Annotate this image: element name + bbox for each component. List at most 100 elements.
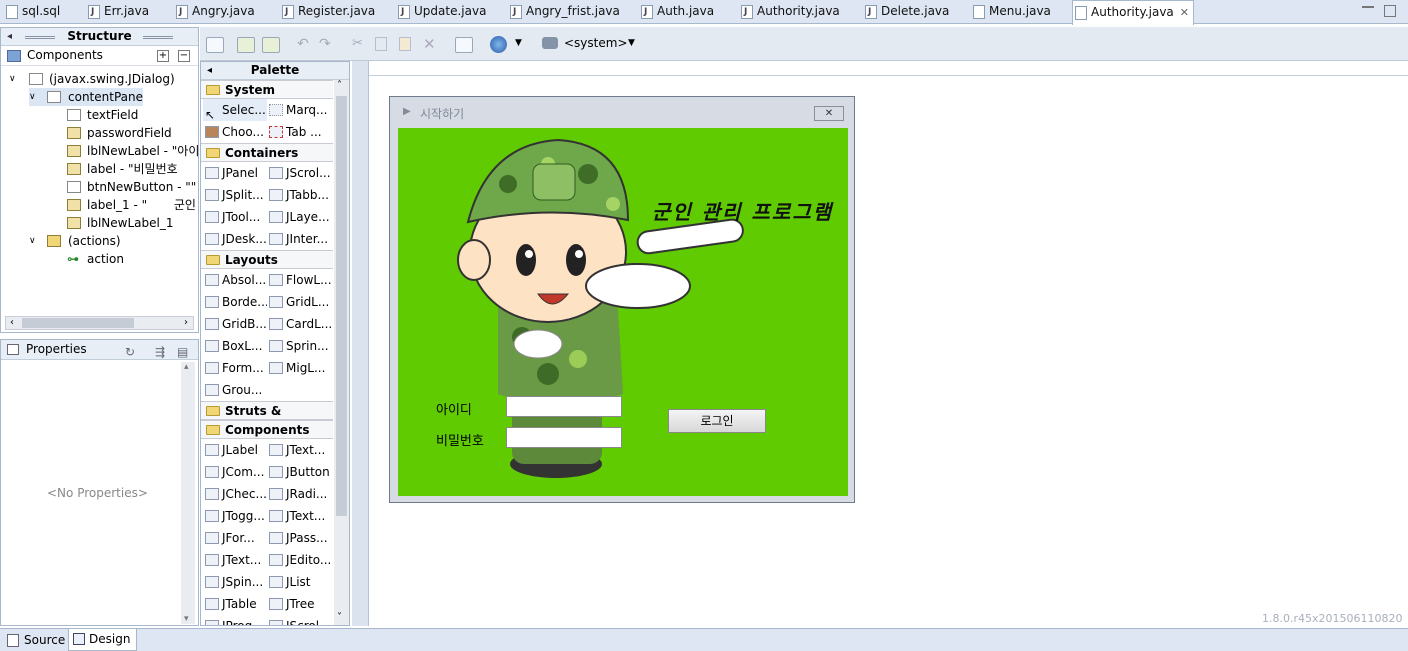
paste-icon[interactable] [399,37,411,51]
palette-item[interactable]: JTool... [203,206,267,228]
show-advanced-icon[interactable]: ▤ [177,343,188,362]
palette-item[interactable]: JTogg... [203,505,267,527]
tree-node-actions[interactable]: ∨ (actions) [29,232,121,250]
tree-node-jdialog[interactable]: ∨ (javax.swing.JDialog) [9,70,175,88]
palette-item[interactable]: JPass... [267,527,331,549]
palette-item[interactable]: JPanel [203,162,267,184]
refresh-icon[interactable] [262,37,280,53]
id-input[interactable] [506,396,622,417]
palette-item[interactable]: JText... [267,505,331,527]
redo-icon[interactable]: ↷ [319,36,331,52]
palette-scrollbar[interactable]: ˄ ˅ [334,80,349,625]
expand-arrow-icon[interactable]: ∨ [29,232,36,250]
palette-item[interactable]: JTable [203,593,267,615]
maximize-icon[interactable] [1384,5,1396,17]
tree-node-label[interactable]: label - "비밀번호 [67,160,178,178]
test-gui-icon[interactable] [206,37,224,53]
scroll-left-icon[interactable]: ‹ [10,317,14,328]
palette-item[interactable]: Grou... [203,379,267,401]
palette-category-containers[interactable]: Containers [201,143,333,162]
tree-node-textfield[interactable]: textField [67,106,138,124]
palette-category-system[interactable]: System [201,80,333,99]
tab-update[interactable]: Update.java [396,0,486,24]
drag-handle[interactable] [143,36,173,39]
palette-item[interactable]: Sprin... [267,335,331,357]
tab-authority-1[interactable]: Authority.java [739,0,840,24]
palette-category-layouts[interactable]: Layouts [201,250,333,269]
palette-item[interactable]: GridB... [203,313,267,335]
tree-node-label-1[interactable]: label_1 - " 군인 [67,196,198,214]
tab-angry-frist[interactable]: Angry_frist.java [508,0,620,24]
tree-node-btnnewbutton[interactable]: btnNewButton - "" [67,178,196,196]
tab-authority-active[interactable]: Authority.java ✕ [1072,0,1194,25]
login-button[interactable]: 로그인 [668,409,766,433]
palette-item[interactable]: JRadi... [267,483,331,505]
palette-item[interactable]: JDesk... [203,228,267,250]
expand-arrow-icon[interactable]: ∨ [29,88,36,106]
test-preview-icon[interactable] [455,37,473,53]
scroll-up-icon[interactable]: ▴ [184,362,189,372]
expand-all-icon[interactable]: + [157,50,169,62]
drag-handle[interactable] [25,36,55,39]
show-events-icon[interactable]: ↻ [125,343,135,362]
palette-item[interactable]: MigL... [267,357,331,379]
tab-auth[interactable]: Auth.java [639,0,714,24]
expand-arrow-icon[interactable]: ∨ [9,70,16,88]
dropdown-arrow-icon[interactable]: ▼ [515,38,522,48]
palette-item[interactable]: JText... [203,549,267,571]
look-and-feel-icon[interactable] [542,37,558,49]
horizontal-scrollbar[interactable]: ‹ › [5,316,194,330]
tree-node-lblnewlabel[interactable]: lblNewLabel - "아이디 [67,142,198,160]
cut-icon[interactable]: ✂ [352,36,363,51]
source-tab[interactable]: Source [4,631,69,650]
scroll-right-icon[interactable]: › [184,317,188,328]
palette-item[interactable]: Tab ... [267,121,331,143]
tab-delete[interactable]: Delete.java [863,0,949,24]
tree-node-contentpane[interactable]: ∨ contentPane [29,88,143,106]
scroll-down-icon[interactable]: ▾ [184,614,189,624]
collapse-left-icon[interactable]: ◂ [7,28,12,45]
palette-category-components[interactable]: Components [201,420,333,439]
scroll-up-icon[interactable]: ˄ [337,80,342,91]
palette-item[interactable]: JScrol... [267,615,331,625]
palette-item[interactable]: JTabb... [267,184,331,206]
tab-menu[interactable]: Menu.java [971,0,1051,24]
palette-item[interactable]: Absol... [203,269,267,291]
tab-err[interactable]: Err.java [86,0,149,24]
palette-item[interactable]: CardL... [267,313,331,335]
palette-item[interactable]: GridL... [267,291,331,313]
palette-item[interactable]: Form... [203,357,267,379]
palette-item[interactable]: JTree [267,593,331,615]
dropdown-arrow-icon[interactable]: ▼ [628,38,635,48]
properties-scrollbar[interactable]: ▴ ▾ [181,362,195,624]
tab-sql[interactable]: sql.sql [4,0,60,24]
palette-item[interactable]: JProg... [203,615,267,625]
system-laf-dropdown[interactable]: <system> [564,36,628,50]
copy-icon[interactable] [375,37,387,51]
palette-item[interactable]: JInter... [267,228,331,250]
palette-item[interactable]: Borde... [203,291,267,313]
palette-item[interactable]: JButton [267,461,331,483]
palette-item[interactable]: BoxL... [203,335,267,357]
palette-item[interactable]: JList [267,571,331,593]
palette-item[interactable]: JChec... [203,483,267,505]
dialog-close-button[interactable]: ✕ [814,106,844,121]
close-tab-icon[interactable]: ✕ [1180,6,1189,19]
design-tab[interactable]: Design [68,629,138,651]
palette-item[interactable]: FlowL... [267,269,331,291]
export-icon[interactable] [237,37,255,53]
scroll-down-icon[interactable]: ˅ [337,612,342,623]
palette-item[interactable]: ↖ Selec... [203,99,267,121]
undo-icon[interactable]: ↶ [297,36,309,52]
globe-icon[interactable] [490,36,507,53]
palette-item[interactable]: Marq... [267,99,331,121]
scrollbar-thumb[interactable] [336,96,347,516]
tab-register[interactable]: Register.java [280,0,375,24]
palette-item[interactable]: JSplit... [203,184,267,206]
collapse-all-icon[interactable]: − [178,50,190,62]
tree-node-action[interactable]: ⊶ action [67,250,124,268]
palette-item[interactable]: JScrol... [267,162,331,184]
tree-node-lblnewlabel-1[interactable]: lblNewLabel_1 [67,214,173,232]
palette-item[interactable]: JCom... [203,461,267,483]
palette-item[interactable]: JLabel [203,439,267,461]
